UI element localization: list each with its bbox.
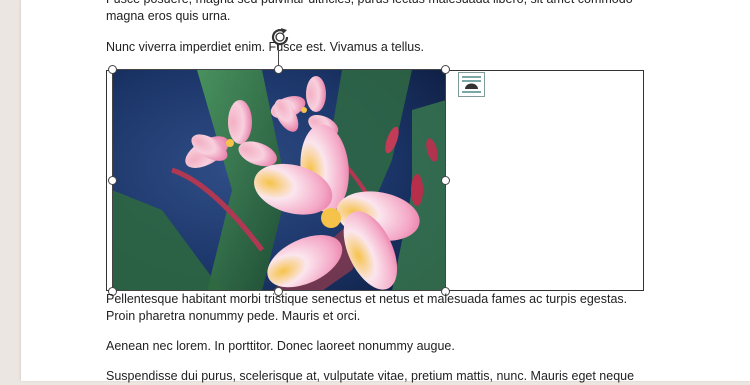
- layout-options-icon: [462, 76, 481, 93]
- resize-handle-top-right[interactable]: [441, 65, 450, 74]
- paragraph-suspendisse: Suspendisse dui purus, scelerisque at, v…: [106, 369, 635, 383]
- paragraph-aenean: Aenean nec lorem. In porttitor. Donec la…: [106, 339, 455, 353]
- rotate-icon[interactable]: [268, 25, 292, 49]
- paragraph-fusce-line1: Fusce posuere, magna sed pulvinar ultric…: [106, 0, 666, 8]
- flower-image[interactable]: [112, 70, 446, 291]
- resize-handle-top[interactable]: [274, 65, 283, 74]
- resize-handle-top-left[interactable]: [108, 65, 117, 74]
- paragraph-fusce-line2: magna eros quis urna.: [106, 9, 231, 23]
- layout-options-button[interactable]: [458, 72, 485, 97]
- plumeria-photo: [112, 70, 446, 291]
- paragraph-pellentesque-line2: Proin pharetra nonummy pede. Mauris et o…: [106, 309, 361, 323]
- resize-handle-right[interactable]: [441, 176, 450, 185]
- paragraph-nunc: Nunc viverra imperdiet enim. Fusce est. …: [106, 40, 424, 54]
- paragraph-pellentesque-line1: Pellentesque habitant morbi tristique se…: [106, 292, 628, 306]
- resize-handle-left[interactable]: [108, 176, 117, 185]
